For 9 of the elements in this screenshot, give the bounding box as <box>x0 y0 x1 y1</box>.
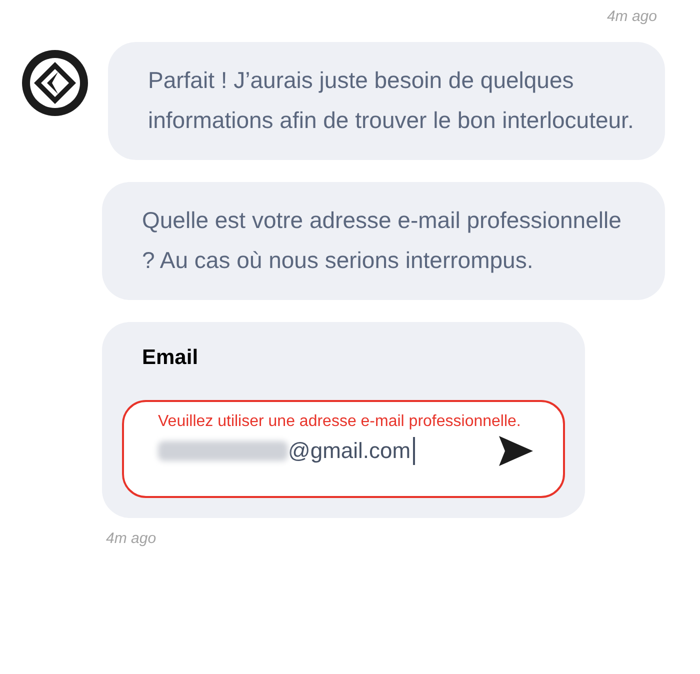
text-cursor <box>412 437 415 465</box>
timestamp: 4m ago <box>106 530 158 547</box>
error-message: Veuillez utiliser une adresse e-mail professionnelle. <box>158 412 522 432</box>
timestamp: 4m ago <box>606 8 658 27</box>
send-icon[interactable] <box>499 436 533 466</box>
message-bubble: Parfait ! J’aurais juste besoin de quelques informations afin de trouver le bon interlocuteur. <box>108 42 665 160</box>
email-field[interactable]: Veuillez utiliser une adresse e-mail professionnelle. @gmail.com <box>122 400 565 498</box>
field-label: Email <box>141 346 200 370</box>
message-bubble: Quelle est votre adresse e-mail professionnelle ? Au cas où nous serions interrompus. <box>102 182 665 300</box>
